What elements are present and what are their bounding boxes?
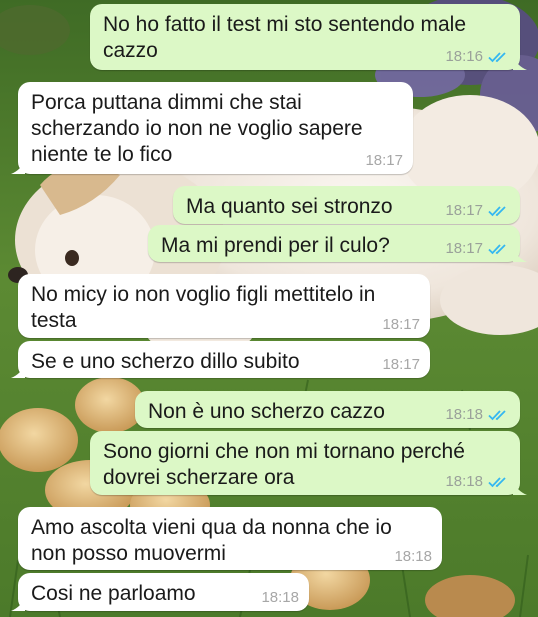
- message-meta: 18:17: [382, 357, 420, 373]
- message-bubble-incoming[interactable]: Cosi ne parloamo 18:18: [11, 573, 309, 611]
- message-meta: 18:18: [445, 474, 510, 490]
- message-time: 18:17: [382, 356, 420, 373]
- double-check-read-icon: [488, 52, 506, 63]
- bubble-tail: [513, 248, 527, 262]
- double-check-read-icon: [488, 206, 506, 217]
- bubble-tail: [11, 364, 25, 378]
- message-meta: 18:18: [394, 549, 432, 565]
- message-meta: 18:17: [445, 203, 510, 219]
- message-text: Amo ascolta vieni qua da nonna che io no…: [31, 516, 392, 565]
- message-text: Cosi ne parloamo: [31, 582, 196, 605]
- message-meta: 18:17: [365, 153, 403, 169]
- message-bubble-outgoing[interactable]: Ma mi prendi per il culo? 18:17: [148, 225, 527, 262]
- bubble-tail: [11, 160, 25, 174]
- message-time: 18:18: [261, 589, 299, 606]
- bubble-tail: [11, 597, 25, 611]
- message-meta: 18:16: [445, 49, 510, 65]
- message-meta: 18:17: [445, 241, 510, 257]
- message-meta: 18:18: [261, 590, 299, 606]
- message-bubble-outgoing[interactable]: Ma quanto sei stronzo 18:17: [173, 186, 520, 224]
- message-bubble-incoming[interactable]: Porca puttana dimmi che stai scherzando …: [11, 82, 413, 174]
- message-time: 18:17: [382, 316, 420, 333]
- message-time: 18:17: [445, 202, 483, 219]
- message-time: 18:18: [394, 548, 432, 565]
- bubble-tail: [513, 481, 527, 495]
- message-time: 18:18: [445, 473, 483, 490]
- message-bubble-outgoing[interactable]: Non è uno scherzo cazzo 18:18: [135, 391, 520, 428]
- message-bubble-incoming[interactable]: Se e uno scherzo dillo subito 18:17: [11, 341, 430, 378]
- double-check-read-icon: [488, 410, 506, 421]
- message-list[interactable]: No ho fatto il test mi sto sentendo male…: [0, 0, 538, 617]
- message-time: 18:17: [365, 152, 403, 169]
- message-bubble-incoming[interactable]: No micy io non voglio figli mettitelo in…: [18, 274, 430, 338]
- message-meta: 18:17: [382, 317, 420, 333]
- message-text: Porca puttana dimmi che stai scherzando …: [31, 91, 363, 166]
- bubble-tail: [513, 56, 527, 70]
- message-text: Se e uno scherzo dillo subito: [31, 350, 300, 373]
- message-time: 18:18: [445, 406, 483, 423]
- message-meta: 18:18: [445, 407, 510, 423]
- message-time: 18:16: [445, 48, 483, 65]
- message-bubble-outgoing[interactable]: No ho fatto il test mi sto sentendo male…: [90, 4, 527, 70]
- message-time: 18:17: [445, 240, 483, 257]
- message-bubble-incoming[interactable]: Amo ascolta vieni qua da nonna che io no…: [18, 507, 442, 570]
- double-check-read-icon: [488, 477, 506, 488]
- double-check-read-icon: [488, 244, 506, 255]
- message-bubble-outgoing[interactable]: Sono giorni che non mi tornano perché do…: [90, 431, 527, 495]
- message-text: No micy io non voglio figli mettitelo in…: [31, 283, 376, 332]
